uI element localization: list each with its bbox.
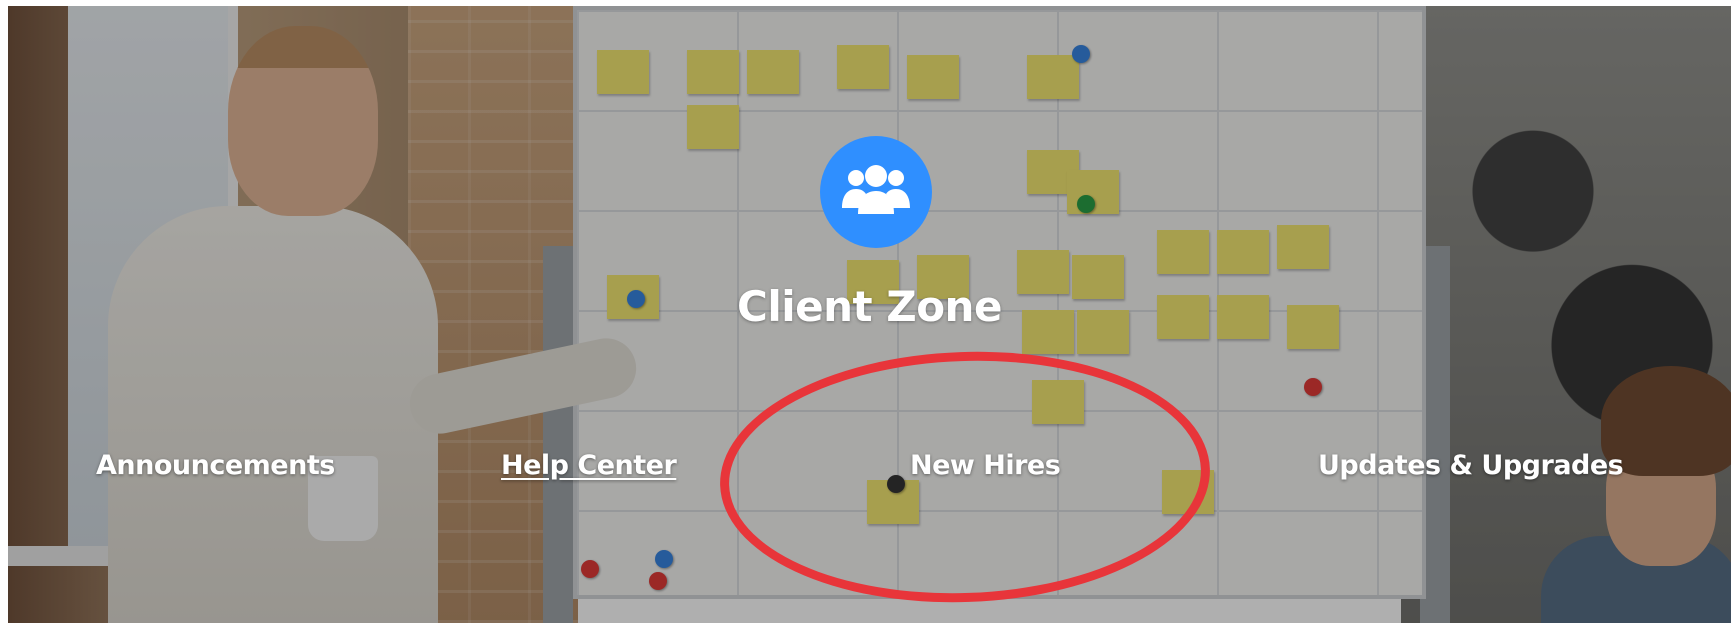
client-zone-banner: Client Zone Announcements Help Center Ne… <box>8 6 1731 623</box>
nav-link-updates-upgrades[interactable]: Updates & Upgrades <box>1318 450 1624 481</box>
nav-link-help-center[interactable]: Help Center <box>501 450 677 481</box>
page-title: Client Zone <box>737 282 1002 331</box>
users-group-icon <box>820 136 932 248</box>
users-group-icon-glyph <box>842 165 910 214</box>
nav-link-announcements[interactable]: Announcements <box>96 450 335 481</box>
nav-link-new-hires[interactable]: New Hires <box>910 450 1061 481</box>
